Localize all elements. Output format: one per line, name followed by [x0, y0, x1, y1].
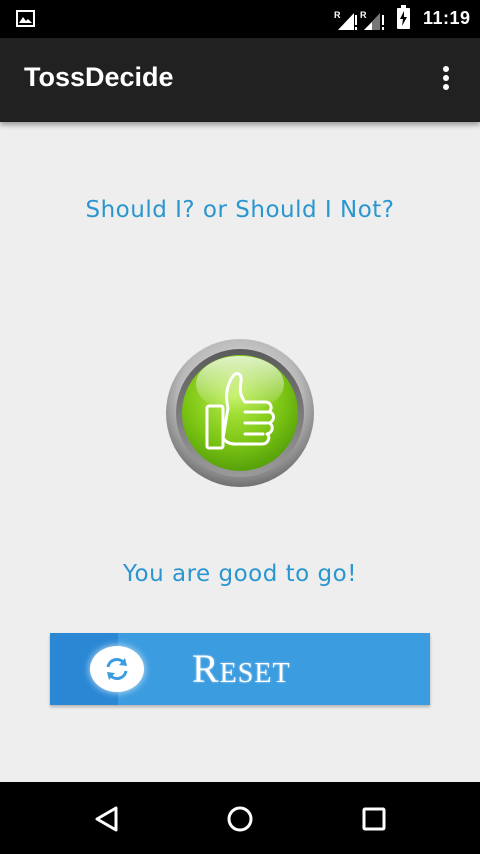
- image-notification-icon: [16, 10, 35, 27]
- result-text: You are good to go!: [123, 561, 357, 587]
- thumbs-up-icon[interactable]: [165, 338, 315, 488]
- navigation-bar: [0, 782, 480, 854]
- signal-roaming-icon-2: R: [360, 10, 384, 30]
- status-bar: R R 11:19: [0, 0, 480, 38]
- home-icon[interactable]: [223, 802, 257, 836]
- svg-text:R: R: [360, 10, 367, 20]
- app-bar: TossDecide: [0, 38, 480, 122]
- app-title: TossDecide: [24, 62, 174, 92]
- svg-text:R: R: [334, 10, 341, 20]
- status-time: 11:19: [423, 8, 471, 28]
- back-icon[interactable]: [90, 802, 124, 836]
- overflow-menu-icon[interactable]: [436, 64, 456, 96]
- refresh-icon: [90, 646, 144, 692]
- recents-icon[interactable]: [357, 802, 391, 836]
- battery-charging-icon: [397, 5, 410, 29]
- reset-button[interactable]: Reset: [50, 633, 430, 705]
- reset-label: Reset: [192, 646, 291, 691]
- signal-roaming-icon: R: [334, 10, 357, 30]
- question-text: Should I? or Should I Not?: [85, 197, 395, 223]
